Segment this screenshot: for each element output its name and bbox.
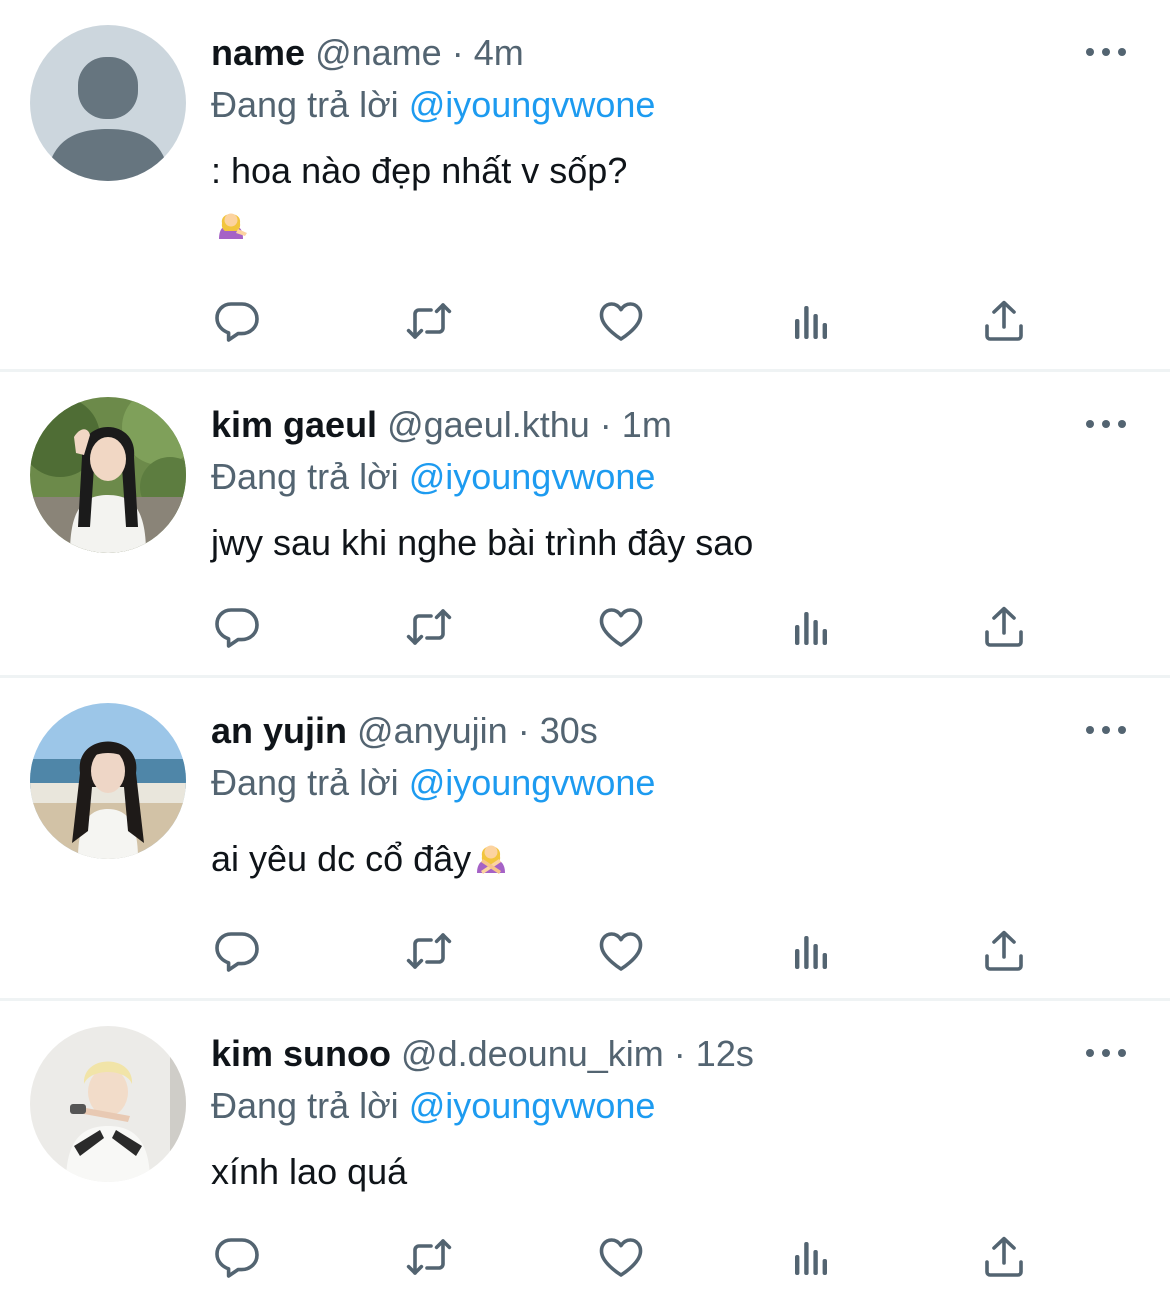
user-photo-icon — [30, 397, 186, 553]
retweet-icon[interactable] — [404, 926, 454, 976]
share-icon[interactable] — [979, 926, 1029, 976]
tweet-actions — [0, 296, 1170, 346]
like-icon[interactable] — [596, 602, 646, 652]
reply-context: Đang trả lời @iyoungvwone — [211, 759, 655, 807]
reply-icon[interactable] — [212, 296, 262, 346]
avatar[interactable] — [30, 703, 186, 859]
tweet-1[interactable]: name @name · 4m Đang trả lời @iyoungvwon… — [0, 0, 1170, 370]
share-icon[interactable] — [979, 602, 1029, 652]
more-options-icon[interactable] — [1086, 723, 1126, 737]
more-options-icon[interactable] — [1086, 417, 1126, 431]
reply-icon[interactable] — [212, 926, 262, 976]
reply-mention-link[interactable]: @iyoungvwone — [409, 456, 656, 497]
display-name[interactable]: name — [211, 32, 305, 73]
default-avatar-icon — [30, 25, 186, 181]
reply-context: Đang trả lời @iyoungvwone — [211, 81, 655, 129]
reply-mention-link[interactable]: @iyoungvwone — [409, 84, 656, 125]
tweet-header: kim gaeul @gaeul.kthu · 1m — [211, 401, 672, 449]
tweet-text-content: jwy sau khi nghe bài trình đây sao — [211, 522, 754, 563]
display-name[interactable]: an yujin — [211, 710, 347, 751]
tweet-text-content: xính lao quá — [211, 1151, 408, 1192]
separator: · — [673, 1033, 686, 1074]
avatar[interactable] — [30, 397, 186, 553]
separator: · — [517, 710, 530, 751]
tweet-text: jwy sau khi nghe bài trình đây sao — [211, 519, 753, 567]
reply-context: Đang trả lời @iyoungvwone — [211, 453, 655, 501]
tweet-text-content: : hoa nào đẹp nhất v sốp? — [211, 150, 628, 191]
retweet-icon[interactable] — [404, 602, 454, 652]
separator: · — [599, 404, 612, 445]
views-icon[interactable] — [788, 296, 838, 346]
tweet-actions — [0, 602, 1170, 652]
reply-icon[interactable] — [212, 1232, 262, 1282]
display-name[interactable]: kim sunoo — [211, 1033, 391, 1074]
tweet-text-content: ai yêu dc cổ đây — [211, 838, 472, 879]
tweet-3[interactable]: an yujin @anyujin · 30s Đang trả lời @iy… — [0, 678, 1170, 1000]
retweet-icon[interactable] — [404, 296, 454, 346]
avatar[interactable] — [30, 1026, 186, 1182]
reply-prefix: Đang trả lời — [211, 762, 399, 803]
tweet-4[interactable]: kim sunoo @d.deounu_kim · 12s Đang trả l… — [0, 1001, 1170, 1296]
user-handle[interactable]: @d.deounu_kim — [401, 1033, 664, 1074]
user-handle[interactable]: @anyujin — [357, 710, 508, 751]
views-icon[interactable] — [788, 1232, 838, 1282]
timestamp[interactable]: 12s — [696, 1033, 754, 1074]
user-photo-icon — [30, 703, 186, 859]
tweet-text: xính lao quá — [211, 1148, 407, 1196]
like-icon[interactable] — [596, 296, 646, 346]
reply-context: Đang trả lời @iyoungvwone — [211, 1082, 655, 1130]
tweet-header: name @name · 4m — [211, 29, 524, 77]
tweet-actions — [0, 1232, 1170, 1282]
share-icon[interactable] — [979, 296, 1029, 346]
views-icon[interactable] — [788, 926, 838, 976]
timestamp[interactable]: 1m — [622, 404, 672, 445]
tweet-text: ai yêu dc cổ đây — [211, 835, 511, 889]
user-handle[interactable]: @name — [315, 32, 442, 73]
reply-prefix: Đang trả lời — [211, 456, 399, 497]
reply-prefix: Đang trả lời — [211, 1085, 399, 1126]
views-icon[interactable] — [788, 602, 838, 652]
share-icon[interactable] — [979, 1232, 1029, 1282]
reply-icon[interactable] — [212, 602, 262, 652]
timestamp[interactable]: 30s — [540, 710, 598, 751]
avatar[interactable] — [30, 25, 186, 181]
tweet-actions — [0, 926, 1170, 976]
tweet-2[interactable]: kim gaeul @gaeul.kthu · 1m Đang trả lời … — [0, 372, 1170, 677]
user-handle[interactable]: @gaeul.kthu — [387, 404, 590, 445]
person-tipping-hand-emoji — [211, 205, 251, 257]
person-gesturing-no-emoji — [471, 837, 511, 889]
tweet-header: kim sunoo @d.deounu_kim · 12s — [211, 1030, 754, 1078]
tweet-text-emoji-line — [211, 203, 251, 257]
retweet-icon[interactable] — [404, 1232, 454, 1282]
separator: · — [451, 32, 464, 73]
more-options-icon[interactable] — [1086, 45, 1126, 59]
more-options-icon[interactable] — [1086, 1046, 1126, 1060]
reply-mention-link[interactable]: @iyoungvwone — [409, 1085, 656, 1126]
reply-prefix: Đang trả lời — [211, 84, 399, 125]
reply-mention-link[interactable]: @iyoungvwone — [409, 762, 656, 803]
tweet-header: an yujin @anyujin · 30s — [211, 707, 598, 755]
tweet-text: : hoa nào đẹp nhất v sốp? — [211, 147, 627, 195]
display-name[interactable]: kim gaeul — [211, 404, 377, 445]
timestamp[interactable]: 4m — [474, 32, 524, 73]
like-icon[interactable] — [596, 1232, 646, 1282]
user-photo-icon — [30, 1026, 186, 1182]
like-icon[interactable] — [596, 926, 646, 976]
